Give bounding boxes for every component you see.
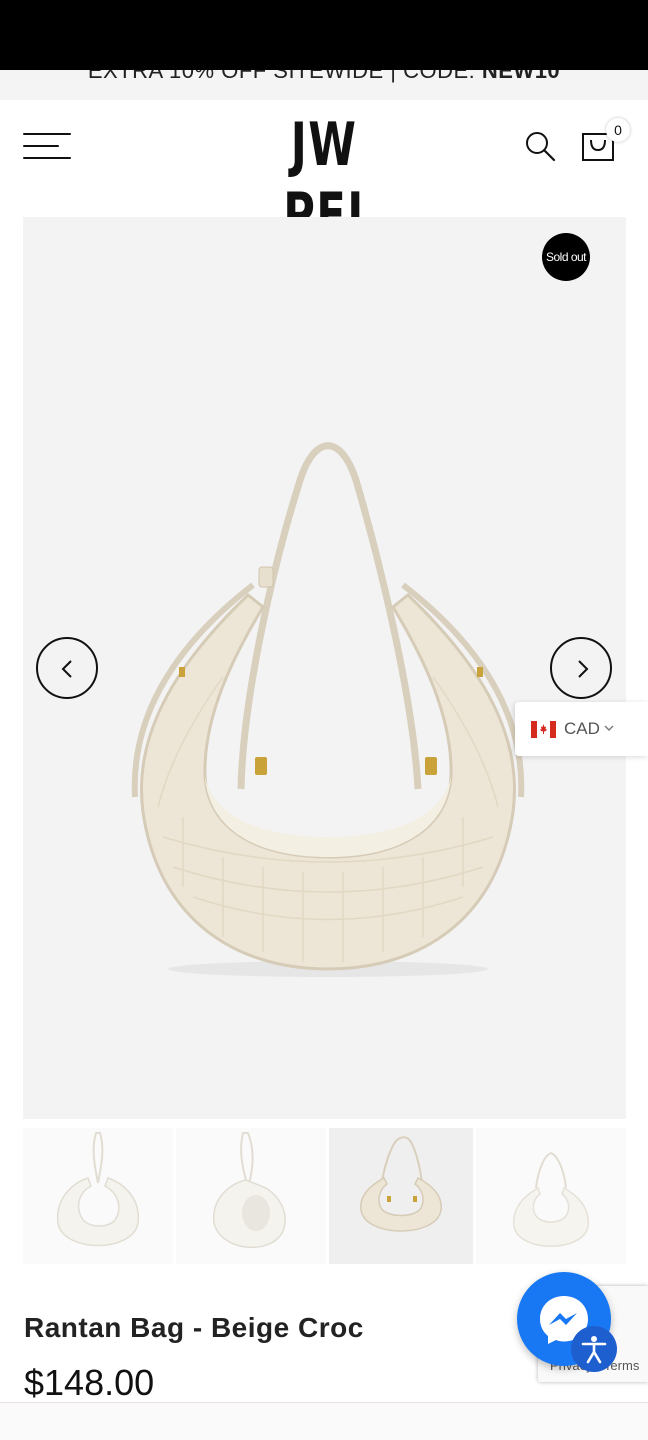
status-bar [0, 0, 648, 70]
chevron-down-icon [604, 725, 614, 731]
thumbnail-strip [23, 1128, 626, 1264]
hamburger-menu-icon[interactable] [23, 133, 71, 161]
brand-logo[interactable]: JW PEI [252, 110, 396, 250]
currency-selector[interactable]: CAD [515, 702, 648, 756]
promo-code: NEW10 [481, 70, 561, 83]
thumbnail-4[interactable] [476, 1128, 626, 1264]
canada-flag-icon [531, 721, 556, 738]
product-image [131, 442, 525, 977]
chevron-left-icon[interactable] [36, 637, 98, 699]
chevron-right-icon[interactable] [550, 637, 612, 699]
announcement-bar[interactable]: EXTRA 10% OFF SITEWIDE | CODE: NEW10 [0, 70, 648, 100]
product-price: $148.00 [24, 1362, 155, 1403]
site-header: JW PEI 0 [0, 100, 648, 250]
product-gallery[interactable]: Sold out [23, 217, 626, 1119]
announcement-text: EXTRA 10% OFF SITEWIDE | CODE: NEW10 [0, 70, 648, 84]
bottom-bar [0, 1402, 648, 1440]
accessibility-icon[interactable] [571, 1326, 617, 1372]
thumbnail-2[interactable] [176, 1128, 326, 1264]
thumbnail-1[interactable] [23, 1128, 173, 1264]
search-icon[interactable] [524, 130, 556, 162]
cart-count-badge: 0 [606, 118, 630, 142]
currency-code: CAD [564, 719, 600, 738]
sold-out-badge: Sold out [542, 233, 590, 281]
product-title: Rantan Bag - Beige Croc [24, 1312, 364, 1343]
thumbnail-3[interactable] [329, 1128, 473, 1264]
